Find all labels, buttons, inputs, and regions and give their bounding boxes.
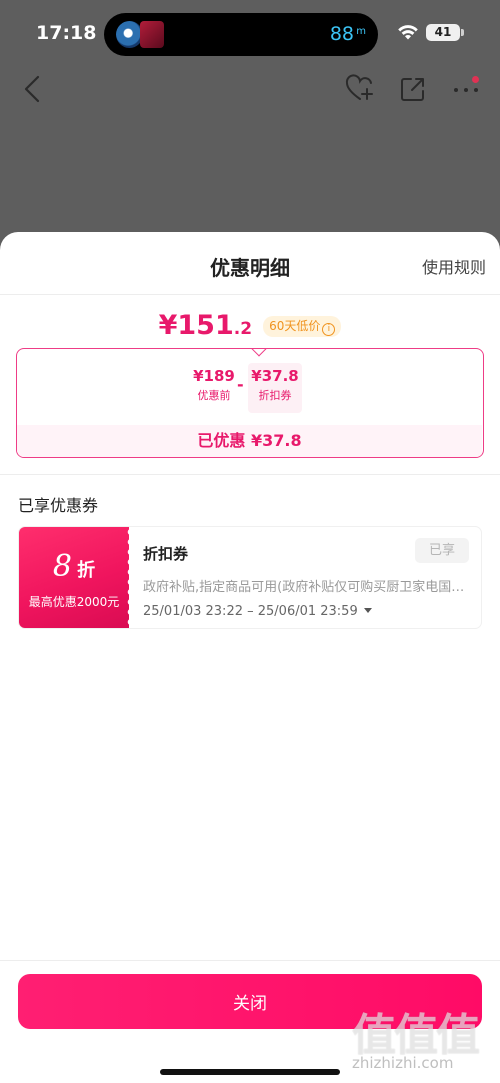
final-price-row: ¥151.2 60天低价 i (0, 310, 500, 341)
section-title: 已享优惠券 (18, 496, 99, 515)
coupon-perforation (123, 527, 131, 628)
caret-down-icon (363, 608, 372, 613)
app-activity-icon (116, 21, 143, 48)
back-icon[interactable] (18, 72, 48, 106)
discount-value: ¥37.8 (251, 367, 299, 385)
usage-rules-link[interactable]: 使用规则 (422, 254, 486, 278)
coupon-name: 折扣券 (143, 545, 189, 563)
coupon-validity-text: 25/01/03 23:22 – 25/06/01 23:59 (143, 604, 358, 619)
section-divider (0, 474, 500, 475)
footer-divider (0, 960, 500, 961)
coupon-validity[interactable]: 25/01/03 23:22 – 25/06/01 23:59 (143, 604, 372, 619)
original-price-label: 优惠前 (197, 389, 231, 402)
discount-label: 折扣券 (258, 389, 292, 402)
discount-detail-sheet: 优惠明细 使用规则 ¥151.2 60天低价 i ¥189 优惠前 - ¥37.8… (0, 232, 500, 1083)
island-value: 88 (329, 23, 354, 45)
discount-number: 8 (52, 549, 72, 584)
island-unit: m (356, 26, 366, 37)
minus-sign: - (237, 375, 244, 394)
header-divider (0, 294, 500, 295)
battery-level: 41 (426, 24, 460, 41)
original-price: ¥189 (193, 367, 235, 385)
home-indicator[interactable] (160, 1069, 340, 1075)
favorite-add-icon[interactable] (344, 74, 376, 104)
discount-cell: ¥37.8 折扣券 (248, 363, 302, 413)
coupon-discount: 8 折 (19, 549, 129, 584)
coupon-max-saving: 最高优惠2000元 (28, 595, 120, 609)
low-price-label: 60天低价 (269, 319, 321, 333)
battery-cap-icon (461, 29, 464, 36)
watermark-url: zhizhizhi.com (352, 1054, 454, 1072)
coupon-status-badge: 已享 (415, 538, 469, 563)
share-icon[interactable] (398, 74, 428, 104)
dynamic-island[interactable]: 88 m (104, 13, 378, 56)
final-price-decimal: .2 (233, 319, 253, 339)
coupon-card[interactable]: 8 折 最高优惠2000元 折扣券 已享 政府补贴,指定商品可用(政府补贴仅可购… (18, 526, 482, 629)
coupon-discount-panel: 8 折 最高优惠2000元 (19, 527, 129, 628)
status-time: 17:18 (36, 22, 97, 44)
final-price: ¥151 (158, 310, 234, 341)
status-bar: 17:18 88 m 41 (0, 0, 500, 70)
wifi-icon (398, 25, 418, 40)
more-icon[interactable] (450, 74, 486, 104)
app-thumbnail-icon (140, 21, 164, 48)
coupon-description: 政府补贴,指定商品可用(政府补贴仅可购买厨卫家电国家… (143, 580, 473, 595)
notification-dot (472, 76, 479, 83)
box-notch (250, 349, 268, 357)
total-saved: 已优惠 ¥37.8 (17, 425, 482, 457)
discount-unit: 折 (77, 560, 96, 581)
low-price-badge[interactable]: 60天低价 i (263, 316, 342, 337)
original-price-cell: ¥189 优惠前 (187, 363, 241, 413)
info-icon: i (322, 323, 336, 336)
price-calculation-box: ¥189 优惠前 - ¥37.8 折扣券 已优惠 ¥37.8 (16, 348, 484, 458)
